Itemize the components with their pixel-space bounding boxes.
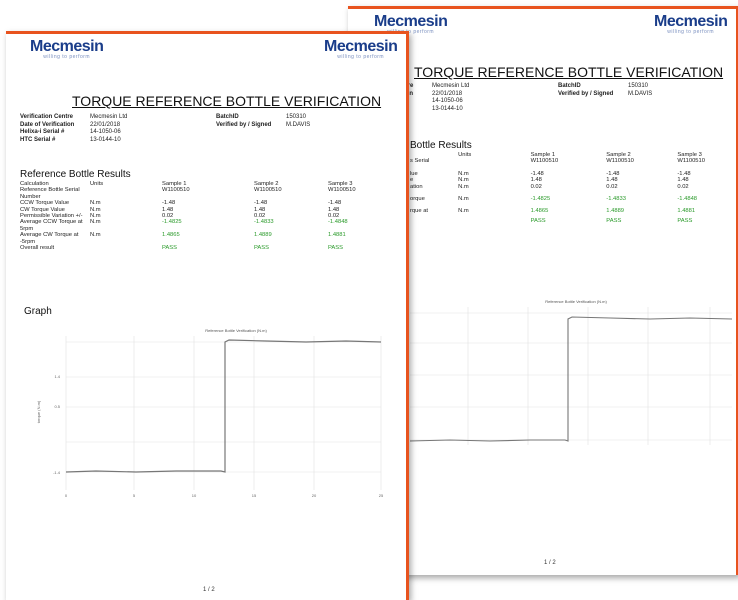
batch-info: BatchID 150310 Verified by / Signed M.DAVI…	[558, 83, 653, 97]
results-title: Bottle Results	[410, 140, 472, 151]
x-tick-label: 25	[379, 493, 384, 498]
x-tick-label: 5	[133, 493, 136, 498]
chart-title: Reference Bottle Verification (N.m)	[545, 299, 607, 304]
table-row: ation N.m 0.02 0.02 0.02	[410, 183, 689, 190]
x-tick-label: 10	[192, 493, 197, 498]
table-row: PASS PASS PASS	[530, 217, 693, 224]
y-tick-label: 1.4	[54, 374, 60, 379]
table-row: orque N.m -1.4825 -1.4833 -1.4848	[410, 196, 698, 203]
brand-logo: Mecmesin willing to perform	[30, 38, 104, 61]
y-tick-label: 0.5	[54, 404, 60, 409]
table-row: Overall result PASS PASS PASS	[20, 245, 344, 252]
results-table: Units Sample 1 Sample 2 Sample 3 s Serial W1…	[410, 152, 730, 224]
x-tick-label: 15	[252, 493, 257, 498]
table-row: Average CCW Torque at 5rpm N.m -1.4825 -1.4…	[20, 219, 348, 232]
table-row: Average CW Torque at -5rpm N.m 1.4865 1.488…	[20, 232, 346, 245]
page-number: 1 / 2	[203, 587, 215, 593]
graph-title: Graph	[24, 306, 52, 317]
results-title: Reference Bottle Results	[20, 169, 131, 180]
torque-series	[410, 316, 732, 442]
torque-series	[65, 339, 382, 473]
document-title: TORQUE REFERENCE BOTTLE VERIFICATION	[72, 93, 382, 109]
chart-title: Reference Bottle Verification (N.m)	[205, 328, 267, 333]
brand-logo-right: Mecmesin willing to perform	[654, 13, 728, 36]
verification-info: Verification Centre Mecmesin Ltd Date of …	[20, 114, 128, 143]
x-tick-label: 20	[312, 493, 317, 498]
svg-text:torque (N.m): torque (N.m)	[36, 400, 41, 423]
brand-logo-right: Mecmesin willing to perform	[324, 38, 398, 61]
table-row: rque at N.m 1.4865 1.4889 1.4881	[410, 208, 696, 215]
front-page: Mecmesin willing to perform Mecmesin willi…	[6, 31, 409, 600]
y-tick-label: -1.4	[53, 470, 61, 475]
results-table: Calculation Units Sample 1 Sample 2 Sample 3…	[20, 181, 396, 251]
table-row: Reference Bottle Serial Number W1100510 W1…	[20, 187, 356, 200]
page-number: 1 / 2	[544, 560, 556, 566]
batch-info: BatchID 150310 Verified by / Signed M.DAVI…	[216, 114, 311, 128]
torque-graph: Reference Bottle Verification (N.m) torq…	[36, 328, 384, 498]
verification-info: ntreMecmesin Ltd tion22/01/2018 #14-1050…	[402, 83, 470, 112]
torque-graph-back: Reference Bottle Verification (N.m)	[410, 299, 732, 445]
x-tick-label: 0	[65, 493, 68, 498]
document-title: TORQUE REFERENCE BOTTLE VERIFICATION	[414, 64, 724, 80]
